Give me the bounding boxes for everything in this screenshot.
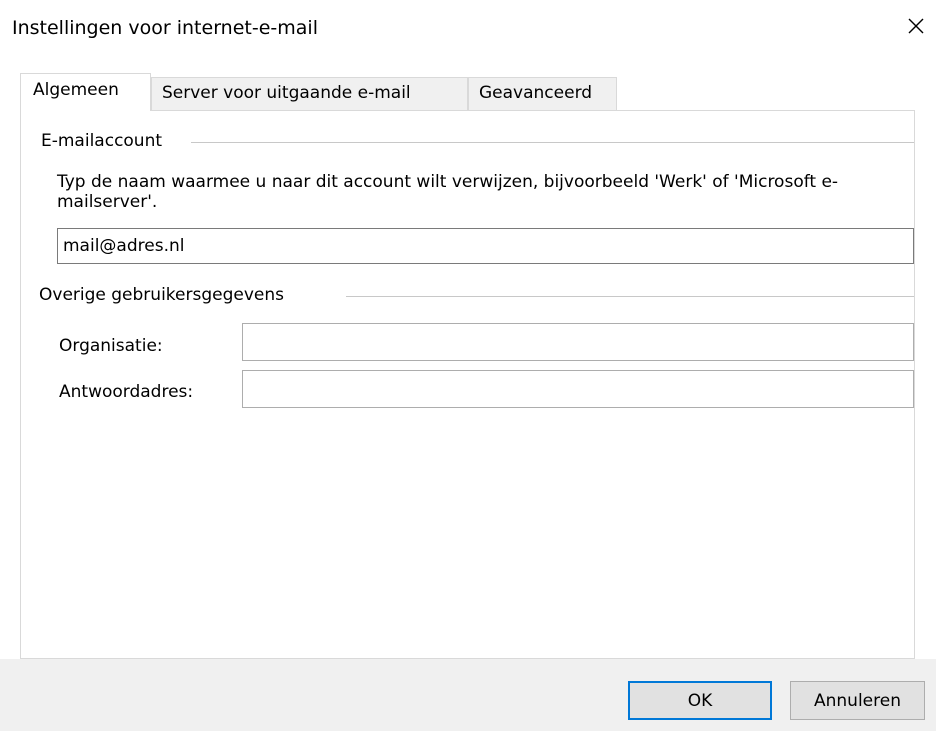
ok-button[interactable]: OK	[628, 681, 772, 720]
user-info-group-line	[346, 296, 914, 297]
account-name-input[interactable]	[57, 228, 914, 264]
cancel-button[interactable]: Annuleren	[790, 681, 925, 720]
window-title: Instellingen voor internet-e-mail	[12, 17, 318, 39]
settings-dialog: Instellingen voor internet-e-mail Algeme…	[0, 0, 936, 731]
user-info-group-label: Overige gebruikersgegevens	[39, 285, 290, 305]
email-account-group-label: E-mailaccount	[41, 131, 169, 151]
organization-label: Organisatie:	[59, 336, 163, 356]
tab-panel-general: E-mailaccount Typ de naam waarmee u naar…	[20, 110, 915, 659]
reply-address-label: Antwoordadres:	[59, 382, 194, 402]
organization-input[interactable]	[242, 323, 914, 361]
close-button[interactable]	[902, 12, 930, 40]
dialog-footer: OK Annuleren	[0, 659, 936, 731]
reply-address-input[interactable]	[242, 370, 914, 408]
title-bar: Instellingen voor internet-e-mail	[0, 0, 936, 66]
email-account-group-line	[191, 142, 914, 143]
tab-outgoing-server[interactable]: Server voor uitgaande e-mail	[151, 77, 468, 110]
tab-advanced[interactable]: Geavanceerd	[468, 77, 617, 110]
tab-algemeen[interactable]: Algemeen	[20, 73, 151, 111]
close-icon	[908, 18, 924, 34]
account-name-description: Typ de naam waarmee u naar dit account w…	[57, 172, 839, 212]
